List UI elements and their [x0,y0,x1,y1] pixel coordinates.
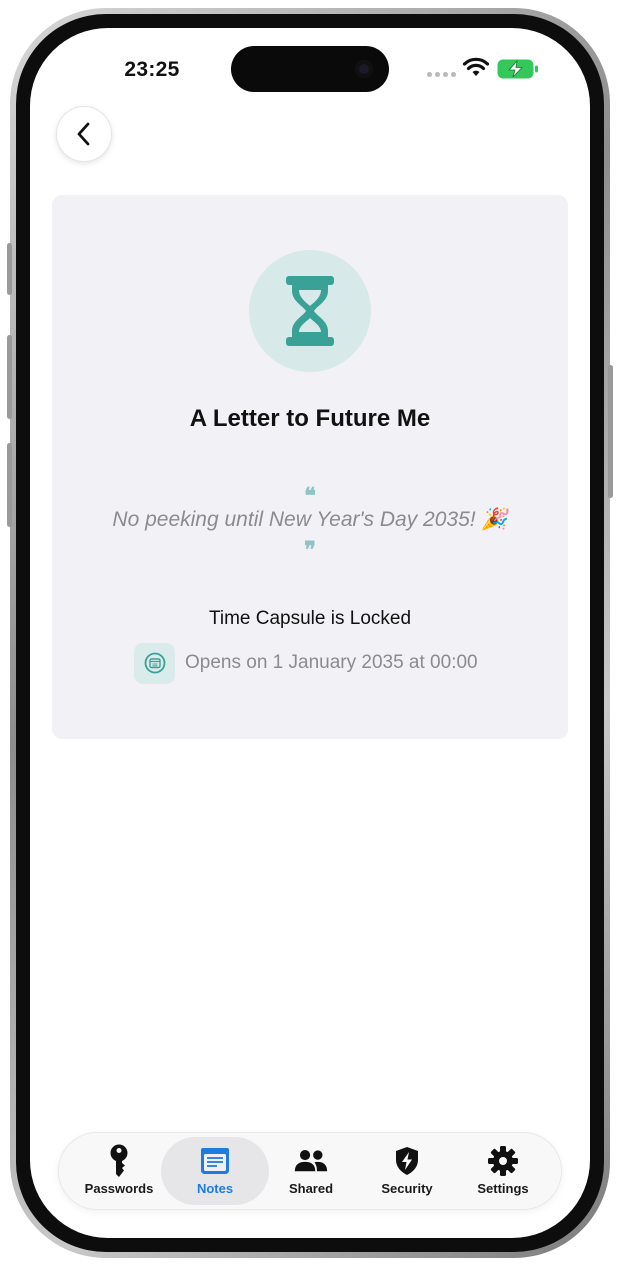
gear-icon [488,1146,518,1176]
note-title: A Letter to Future Me [189,405,431,432]
tab-notes[interactable]: Notes [161,1137,269,1205]
battery-charging-icon [497,59,538,79]
volume-up-button [7,335,12,419]
people-icon [294,1149,328,1172]
tab-passwords[interactable]: Passwords [65,1137,173,1205]
calendar-badge [134,642,175,684]
tab-label: Settings [477,1181,529,1196]
opens-date-row: Opens on 1 January 2035 at 00:00 [134,642,478,684]
tab-label: Passwords [84,1181,154,1196]
tab-bar: Passwords Notes Shared Security Settings [58,1132,562,1210]
calendar-icon [144,652,165,674]
dynamic-island [231,46,389,92]
tab-label: Security [381,1181,433,1196]
notes-icon [201,1148,229,1174]
quote-open-icon: ❝ [304,483,316,509]
cellular-signal-icon [427,72,456,77]
time-capsule-card: A Letter to Future Me ❝ No peeking until… [52,195,568,739]
lock-status: Time Capsule is Locked [208,608,412,629]
shield-bolt-icon [396,1147,418,1175]
camera-icon [355,60,373,78]
screen: 23:25 A Letter to Future Me ❝ No peeking… [30,28,590,1238]
chevron-left-icon [77,122,90,146]
note-quote: No peeking until New Year's Day 2035! 🎉 [112,508,508,531]
tab-security[interactable]: Security [353,1137,461,1205]
hourglass-icon [286,276,334,346]
action-button [7,243,12,295]
tab-label: Shared [288,1181,334,1196]
hourglass-badge [249,250,371,372]
key-icon [110,1144,128,1177]
opens-date-text: Opens on 1 January 2035 at 00:00 [185,652,478,673]
tab-settings[interactable]: Settings [449,1137,557,1205]
status-time: 23:25 [124,58,180,81]
volume-down-button [7,443,12,527]
tab-shared[interactable]: Shared [257,1137,365,1205]
back-button[interactable] [56,106,112,162]
quote-close-icon: ❞ [304,537,316,563]
tab-label: Notes [196,1181,234,1196]
power-button [608,365,613,498]
wifi-icon [462,57,490,76]
